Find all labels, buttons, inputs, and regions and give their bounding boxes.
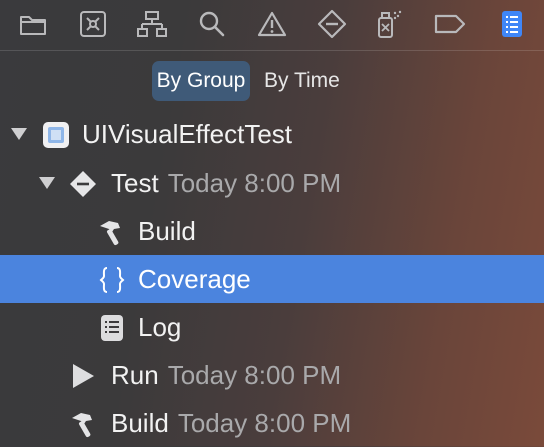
tree-row-log[interactable]: Log <box>0 303 544 351</box>
timestamp: Today 8:00 PM <box>177 408 352 438</box>
report-list-icon[interactable] <box>496 9 528 39</box>
report-filter-segmented-control: By Group By Time <box>152 61 348 101</box>
tree-row-label: Log <box>138 312 182 342</box>
timestamp: Today 8:00 PM <box>167 360 342 390</box>
test-diamond-icon[interactable] <box>316 9 348 39</box>
warning-icon[interactable] <box>256 9 288 39</box>
disclosure-expanded-icon[interactable] <box>9 124 29 144</box>
hammer-icon <box>96 217 126 247</box>
tree-row-coverage[interactable]: Coverage <box>0 255 544 303</box>
tree-row-label: Build <box>138 216 196 246</box>
tree-row-test[interactable]: Test Today 8:00 PM <box>0 159 544 207</box>
toolbar-divider <box>0 50 544 51</box>
segment-by-group[interactable]: By Group <box>152 61 250 101</box>
tree-row-test-build[interactable]: Build <box>0 207 544 255</box>
source-control-icon[interactable] <box>77 9 109 39</box>
hierarchy-icon[interactable] <box>136 9 168 39</box>
navigator-toolbar <box>0 0 544 50</box>
tree-row-label: Coverage <box>138 264 251 294</box>
search-icon[interactable] <box>196 9 228 39</box>
play-icon <box>68 361 98 391</box>
test-diamond-icon <box>68 169 98 199</box>
segment-by-time[interactable]: By Time <box>256 61 348 101</box>
tree-row-build[interactable]: Build Today 8:00 PM <box>0 399 544 447</box>
hammer-icon <box>68 409 98 439</box>
folder-icon[interactable] <box>17 9 49 39</box>
timestamp: Today 8:00 PM <box>167 168 342 198</box>
disclosure-expanded-icon[interactable] <box>37 173 57 193</box>
tree-row-label: Run Today 8:00 PM <box>111 360 342 390</box>
tree-row-label: UIVisualEffectTest <box>82 119 293 149</box>
braces-icon <box>97 265 127 295</box>
project-icon <box>41 120 71 150</box>
tree-row-run[interactable]: Run Today 8:00 PM <box>0 351 544 399</box>
log-list-icon <box>97 313 127 343</box>
tree-row-label: Build Today 8:00 PM <box>111 408 352 438</box>
tree-row-project[interactable]: UIVisualEffectTest <box>0 110 544 158</box>
tree-row-label: Test Today 8:00 PM <box>111 168 342 198</box>
debug-spray-icon[interactable] <box>372 9 404 39</box>
tag-icon[interactable] <box>434 9 466 39</box>
